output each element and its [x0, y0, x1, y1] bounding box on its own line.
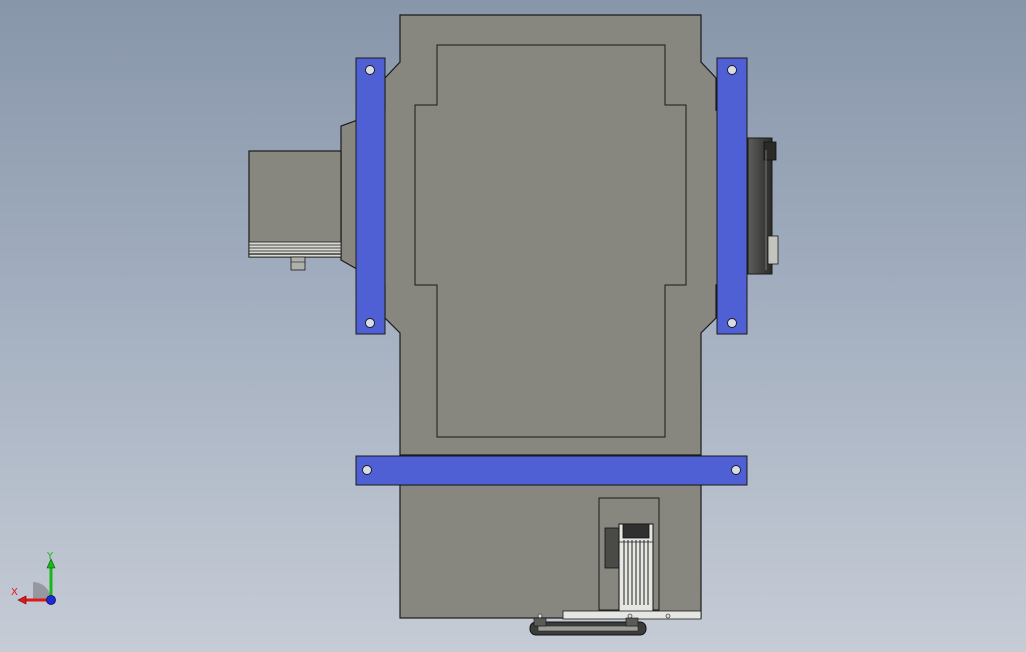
inner-cover-outline [414, 44, 687, 438]
input-motor[interactable] [248, 150, 342, 271]
bolt-hole [731, 465, 741, 475]
bolt-hole [365, 318, 375, 328]
servo-motor[interactable] [598, 497, 660, 613]
coordinate-triad[interactable]: Y X [8, 552, 68, 608]
left-mounting-bracket[interactable] [355, 57, 386, 335]
right-mounting-bracket[interactable] [716, 57, 748, 335]
y-axis-label: Y [47, 551, 54, 562]
gearbox-model[interactable] [0, 0, 1026, 652]
output-flange[interactable] [747, 137, 779, 275]
bolt-hole [727, 65, 737, 75]
x-axis-label: X [11, 587, 18, 598]
bolt-hole [365, 65, 375, 75]
triad-graphic [17, 558, 56, 605]
z-axis-dot [46, 595, 56, 605]
motor-connector [290, 256, 306, 271]
bolt-hole [362, 465, 372, 475]
bolt-hole [727, 318, 737, 328]
cad-viewport[interactable]: Y X [0, 0, 1026, 652]
bottom-mounting-bracket[interactable] [355, 455, 748, 486]
